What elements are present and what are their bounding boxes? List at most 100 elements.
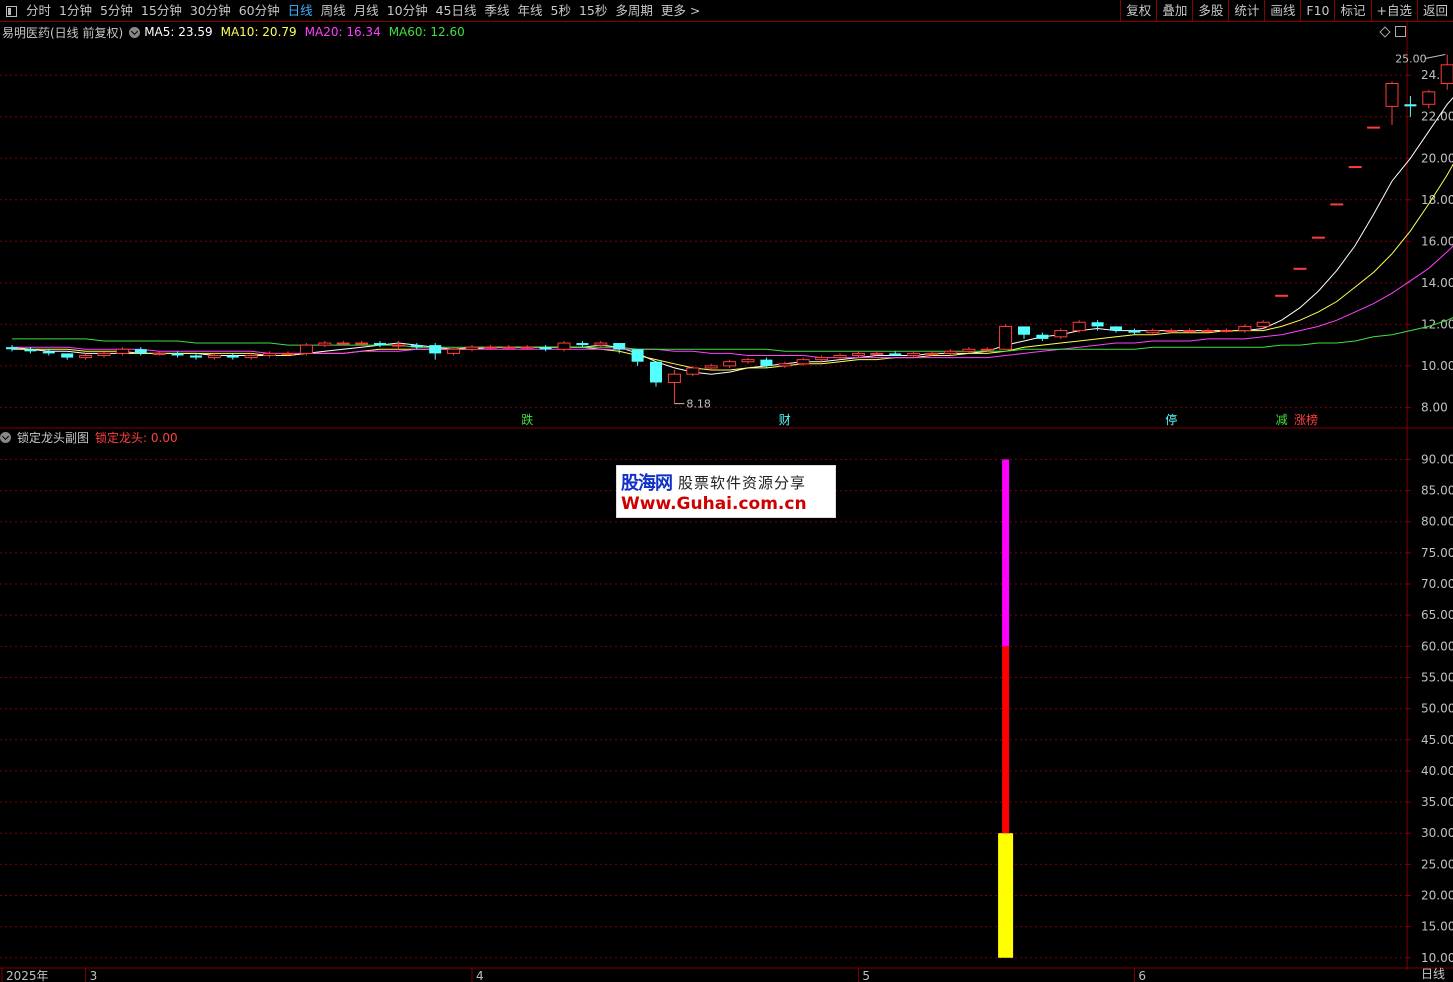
candle-body-down <box>539 347 552 350</box>
ma5-label: MA5: 23.59 <box>144 25 213 39</box>
indicator-bar-segment <box>1002 459 1010 647</box>
sub-tick-label: 75.00 <box>1421 546 1453 560</box>
chart-corner-icons <box>1379 26 1406 38</box>
main-chart-header: 易明医药(日线 前复权) MA5: 23.59 MA10: 20.79 MA20… <box>0 23 473 41</box>
candle-body-up <box>1201 330 1215 333</box>
candle-body-down <box>1036 334 1049 339</box>
candle-body-up <box>1219 330 1233 333</box>
candle-body-up <box>1275 294 1289 297</box>
sub-tick-label: 15.00 <box>1421 920 1453 934</box>
indicator-settings-icon[interactable] <box>0 431 11 443</box>
sub-tick-label: 90.00 <box>1421 452 1453 466</box>
candle-body-up <box>1422 91 1436 105</box>
sub-tick-label: 50.00 <box>1421 702 1453 716</box>
candle-body-down <box>429 345 442 354</box>
candle-body-down <box>1110 326 1122 331</box>
candle-body-down <box>650 361 662 383</box>
candle-body-down <box>1404 104 1417 107</box>
candle-body-up <box>502 346 516 349</box>
candle-body-down <box>631 349 644 362</box>
event-marker: 跌 <box>521 412 533 427</box>
time-label: 5 <box>862 969 870 982</box>
candle-body-down <box>24 349 37 352</box>
candle-body-up <box>1146 330 1160 334</box>
candle-body-down <box>190 355 202 358</box>
candle-body-up <box>1385 83 1399 107</box>
candle-body-down <box>61 353 74 358</box>
candle-body-up <box>1367 126 1381 129</box>
candle-body-down <box>6 347 18 350</box>
candle-body-down <box>1128 330 1141 333</box>
candle-body-up <box>925 352 939 355</box>
candle-body-up <box>1256 321 1270 327</box>
sub-tick-label: 55.00 <box>1421 670 1453 684</box>
candle-body-up <box>1293 267 1307 270</box>
candle-body-up <box>1440 64 1453 85</box>
sub-tick-label: 30.00 <box>1421 826 1453 840</box>
panel-toggle-icon[interactable] <box>1395 26 1406 37</box>
main-tick-label: 18.00 <box>1421 193 1453 207</box>
candle-body-down <box>42 351 55 354</box>
main-tick-label: 14.00 <box>1421 276 1453 290</box>
candle-body-up <box>667 373 681 383</box>
sub-tick-label: 45.00 <box>1421 733 1453 747</box>
low-price-label: 8.18 <box>686 398 711 411</box>
diamond-icon[interactable] <box>1379 26 1391 38</box>
indicator-bar-segment <box>1002 646 1010 834</box>
indicator-bar-segment <box>998 833 1014 958</box>
sub-tick-label: 65.00 <box>1421 608 1453 622</box>
time-label: 2025年 <box>6 969 49 982</box>
sub-tick-label: 70.00 <box>1421 577 1453 591</box>
candle-body-up <box>870 352 884 355</box>
candle-body-down <box>613 343 626 350</box>
candle-body-up <box>244 354 258 359</box>
high-pointer <box>1425 53 1446 59</box>
candle-body-up <box>943 350 957 354</box>
candle-body-up <box>299 344 313 354</box>
candle-body-up <box>520 346 534 349</box>
main-tick-label: 20.00 <box>1421 151 1453 165</box>
candle-body-up <box>1183 330 1197 333</box>
high-price-label: 25.00 <box>1395 52 1427 65</box>
ma20-label: MA20: 16.34 <box>304 25 381 39</box>
candle-body-up <box>1164 330 1178 333</box>
candle-body-up <box>1311 236 1325 239</box>
candle-body-down <box>760 359 773 366</box>
event-marker: 财 <box>779 413 791 427</box>
candle-body-up <box>447 348 461 354</box>
candle-body-up <box>723 361 737 367</box>
time-label: 3 <box>90 969 98 982</box>
time-label: 6 <box>1138 969 1146 982</box>
sub-tick-label: 80.00 <box>1421 515 1453 529</box>
main-tick-label: 22.00 <box>1421 110 1453 124</box>
candle-body-up <box>594 342 608 346</box>
sub-tick-label: 60.00 <box>1421 639 1453 653</box>
candle-body-up <box>1330 203 1344 206</box>
event-marker: 涨榜 <box>1294 412 1318 427</box>
candle-body-down <box>1018 326 1030 335</box>
event-marker: 减 <box>1276 413 1288 427</box>
ma60-line <box>12 317 1453 352</box>
watermark: 股海网 股票软件资源分享 Www.Guhai.com.cn <box>616 465 836 518</box>
candle-body-up <box>833 354 847 359</box>
candle-body-up <box>980 348 994 351</box>
candle-body-up <box>483 346 497 349</box>
candle-body-up <box>1072 321 1086 332</box>
watermark-slogan: 股票软件资源分享 <box>678 473 807 492</box>
candle-body-up <box>465 346 479 350</box>
candle-body-down <box>576 343 589 346</box>
ma-settings-icon[interactable] <box>129 26 141 38</box>
sub-tick-label: 20.00 <box>1421 888 1453 902</box>
sub-tick-label: 35.00 <box>1421 795 1453 809</box>
period-indicator: 日线 <box>1420 967 1445 981</box>
time-label: 4 <box>476 969 484 982</box>
candle-body-up <box>281 352 295 355</box>
ma10-label: MA10: 20.79 <box>220 25 297 39</box>
candle-body-up <box>115 348 129 354</box>
sub-tick-label: 10.00 <box>1421 951 1453 965</box>
candle-body-up <box>815 357 829 361</box>
candle-body-up <box>391 344 405 347</box>
sub-chart-header: 锁定龙头副图 锁定龙头: 0.00 <box>0 428 178 446</box>
sub-tick-label: 40.00 <box>1421 764 1453 778</box>
watermark-logo: 股海网 <box>621 473 673 494</box>
